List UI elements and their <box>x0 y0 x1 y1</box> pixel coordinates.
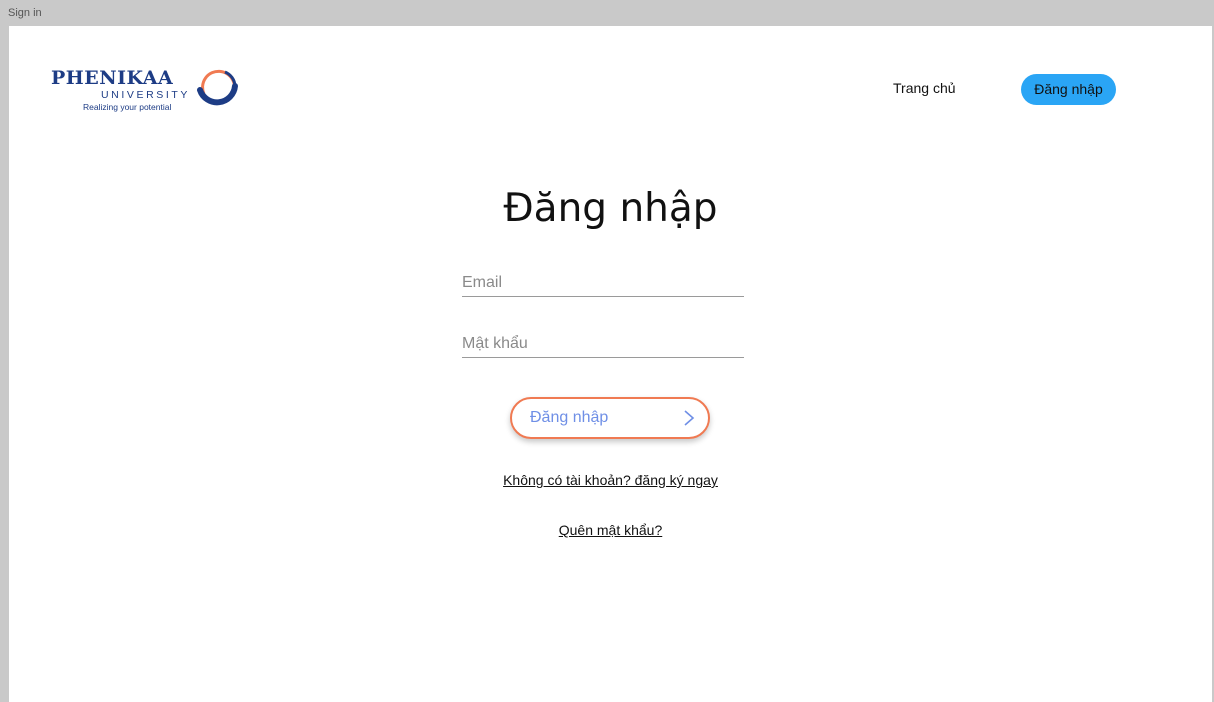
register-link-row: Không có tài khoản? đăng ký ngay <box>9 472 1212 488</box>
chevron-right-icon <box>684 410 695 426</box>
page-title: Đăng nhập <box>503 186 718 231</box>
ring-logo-icon <box>197 69 238 106</box>
login-submit-button[interactable]: Đăng nhập <box>510 397 710 439</box>
forgot-password-link[interactable]: Quên mật khẩu? <box>559 522 663 538</box>
logo-tagline: Realizing your potential <box>83 102 172 112</box>
email-field[interactable] <box>462 270 744 297</box>
forgot-password-row: Quên mật khẩu? <box>9 522 1212 538</box>
login-submit-label: Đăng nhập <box>530 409 609 426</box>
password-field[interactable] <box>462 331 744 358</box>
page-canvas: PHENIKAA UNIVERSITY Realizing your poten… <box>9 26 1212 702</box>
window-title: Sign in <box>8 7 42 19</box>
nav-home-link[interactable]: Trang chủ <box>893 80 956 96</box>
nav-login-button[interactable]: Đăng nhập <box>1021 74 1116 105</box>
logo-wordmark: PHENIKAA <box>51 67 174 89</box>
register-link[interactable]: Không có tài khoản? đăng ký ngay <box>503 472 718 488</box>
logo[interactable]: PHENIKAA UNIVERSITY Realizing your poten… <box>51 64 241 118</box>
logo-subtitle: UNIVERSITY <box>101 89 191 101</box>
